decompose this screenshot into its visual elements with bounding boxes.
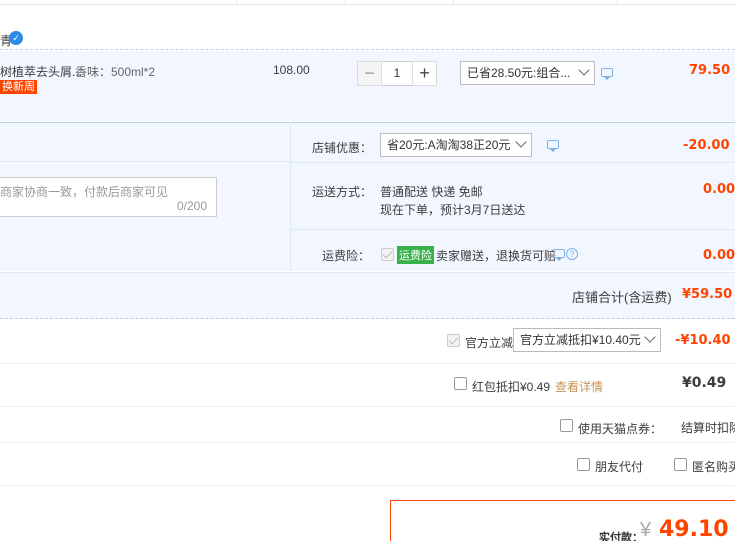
chat-icon[interactable] bbox=[601, 68, 613, 80]
message-placeholder: 商家协商一致，付款后商家可见 bbox=[0, 185, 169, 199]
row-divider bbox=[0, 363, 735, 364]
row-divider bbox=[0, 485, 735, 486]
item-title[interactable]: 树植萃去头屑... bbox=[0, 63, 82, 80]
item-spec: 香味：500ml*2 bbox=[75, 65, 156, 79]
friend-pay-checkbox[interactable] bbox=[577, 458, 590, 471]
quantity-input[interactable]: 1 bbox=[382, 61, 412, 86]
red-packet-checkbox[interactable] bbox=[454, 377, 467, 390]
chevron-down-icon bbox=[578, 64, 590, 76]
insurance-text: 卖家赠送，退换货可赔 bbox=[436, 249, 557, 263]
official-discount-checkbox bbox=[447, 334, 460, 347]
coupon-label: 店铺优惠： bbox=[312, 141, 373, 155]
promo-select-label: 已省28.50元:组合... bbox=[467, 66, 571, 80]
anonymous-checkbox[interactable] bbox=[674, 458, 687, 471]
help-icon[interactable]: ? bbox=[566, 248, 578, 260]
friend-pay-label: 朋友代付 bbox=[595, 460, 644, 474]
shipping-label: 运送方式： bbox=[312, 185, 373, 199]
tmall-coupon-checkbox[interactable] bbox=[560, 419, 573, 432]
shop-total-label: 店铺合计(含运费) bbox=[572, 290, 672, 305]
shop-badge-icon: ✓ bbox=[9, 31, 23, 45]
promo-select[interactable]: 已省28.50元:组合... bbox=[460, 61, 595, 85]
chat-icon[interactable] bbox=[553, 249, 565, 261]
panel-divider bbox=[291, 162, 735, 163]
red-packet-label: 红包抵扣¥0.49 bbox=[472, 380, 551, 394]
column-divider bbox=[453, 0, 454, 5]
insurance-value: 0.00 bbox=[703, 248, 735, 263]
official-discount-label: 官方立减 bbox=[465, 336, 514, 350]
message-char-count: 0/200 bbox=[177, 199, 208, 213]
insurance-tag: 运费险 bbox=[397, 246, 434, 264]
qty-minus-button[interactable]: − bbox=[357, 61, 382, 86]
qty-plus-button[interactable]: + bbox=[412, 61, 437, 86]
column-divider bbox=[345, 0, 346, 5]
shop-total-value: ¥59.50 bbox=[682, 287, 733, 302]
official-discount-select[interactable]: 官方立减抵扣¥10.40元 bbox=[513, 328, 661, 352]
row-divider bbox=[0, 406, 735, 407]
panel-divider bbox=[290, 122, 291, 271]
shipping-eta: 现在下单，预计3月7日送达 bbox=[380, 203, 526, 217]
coupon-select[interactable]: 省20元:A淘淘38正20元 bbox=[380, 133, 532, 157]
column-divider bbox=[236, 0, 237, 5]
payment-label: 实付款： bbox=[599, 532, 643, 541]
item-tag: 换新周 bbox=[0, 80, 37, 94]
column-divider bbox=[617, 0, 618, 5]
insurance-label: 运费险： bbox=[322, 249, 371, 263]
coupon-value: -20.00 bbox=[683, 138, 730, 153]
panel-divider bbox=[291, 229, 735, 230]
shipping-value: 0.00 bbox=[703, 182, 735, 197]
official-discount-value: -¥10.40 bbox=[675, 333, 731, 348]
quantity-stepper: − 1 + bbox=[357, 61, 437, 86]
payment-amount: 49.10 bbox=[659, 517, 729, 541]
chevron-down-icon bbox=[644, 331, 656, 343]
red-packet-value: ¥0.49 bbox=[682, 375, 727, 391]
anonymous-label: 匿名购买 bbox=[692, 460, 735, 474]
item-unit-price: 108.00 bbox=[273, 63, 310, 77]
tmall-coupon-label: 使用天猫点券： bbox=[578, 422, 663, 436]
column-header-strip bbox=[0, 0, 735, 5]
red-packet-details-link[interactable]: 查看详情 bbox=[555, 378, 603, 395]
payment-currency: ¥ bbox=[640, 519, 652, 541]
insurance-checkbox bbox=[381, 248, 394, 261]
tmall-coupon-note: 结算时扣除 bbox=[681, 421, 735, 435]
item-subtotal: 79.50 bbox=[689, 63, 731, 78]
row-divider bbox=[0, 442, 735, 443]
shipping-method: 普通配送 快递 免邮 bbox=[380, 185, 483, 199]
shop-row bbox=[0, 22, 735, 50]
official-discount-select-label: 官方立减抵扣¥10.40元 bbox=[520, 333, 641, 347]
coupon-select-label: 省20元:A淘淘38正20元 bbox=[387, 138, 511, 152]
panel-divider bbox=[0, 161, 290, 162]
chat-icon[interactable] bbox=[547, 140, 559, 152]
chevron-down-icon bbox=[515, 136, 527, 148]
